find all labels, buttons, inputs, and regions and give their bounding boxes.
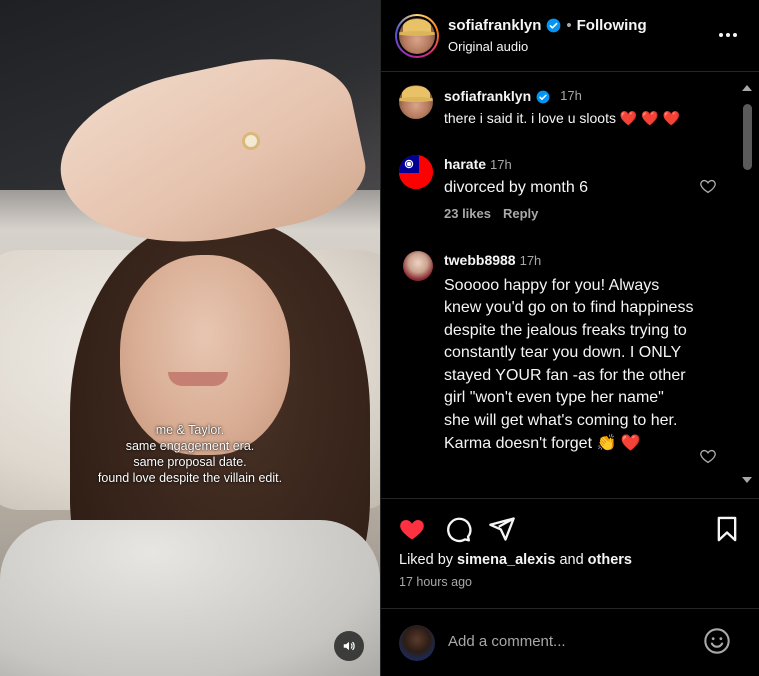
- share-paper-plane-icon[interactable]: [488, 515, 516, 543]
- emoji-icon[interactable]: [703, 627, 731, 655]
- post-time[interactable]: 17 hours ago: [399, 575, 472, 589]
- post-header: sofiafranklyn • Following Original audio: [381, 0, 759, 72]
- speaker-icon: [343, 641, 355, 651]
- liked-by-line: Liked by simena_alexis and others: [399, 552, 632, 568]
- reel-video[interactable]: me & Taylor. same engagement era. same p…: [0, 0, 380, 676]
- comment-likes[interactable]: 23 likes: [444, 206, 491, 221]
- video-shirt: [0, 520, 380, 676]
- comment-username[interactable]: sofiafranklyn: [444, 85, 531, 108]
- comment-body: twebb8988 17h Sooooo happy for you! Alway…: [444, 249, 694, 455]
- add-comment-bar: Add a comment...: [381, 608, 759, 676]
- video-caption: me & Taylor. same engagement era. same p…: [70, 422, 310, 486]
- video-mouth: [168, 372, 228, 386]
- liked-by-prefix: Liked by: [399, 552, 454, 568]
- comments-scrollbar[interactable]: [739, 80, 755, 490]
- save-bookmark-icon[interactable]: [713, 515, 741, 543]
- caption-line: same engagement era.: [125, 439, 255, 453]
- verified-badge-icon: [546, 18, 561, 33]
- comment-body: harate 17h divorced by month 6: [444, 153, 694, 199]
- caption-comment: sofiafranklyn 17h there i said it. i lov…: [381, 83, 739, 143]
- comment-meta: 23 likes Reply: [444, 206, 538, 221]
- comments-list[interactable]: sofiafranklyn 17h there i said it. i lov…: [381, 73, 739, 498]
- header-user-line: sofiafranklyn • Following: [448, 17, 647, 34]
- more-dot: [719, 33, 723, 37]
- original-audio-link[interactable]: Original audio: [448, 39, 528, 54]
- comment-item: harate 17h divorced by month 6 23 likes R…: [381, 153, 739, 233]
- header-username[interactable]: sofiafranklyn: [448, 17, 541, 34]
- mute-button[interactable]: [334, 631, 364, 661]
- avatar[interactable]: [399, 625, 435, 661]
- like-comment-heart-icon[interactable]: [699, 447, 717, 465]
- like-comment-heart-icon[interactable]: [699, 177, 717, 195]
- liked-by-user[interactable]: simena_alexis: [457, 552, 555, 568]
- avatar: [399, 18, 435, 54]
- comment-input[interactable]: Add a comment...: [448, 633, 566, 650]
- comment-time: 17h: [560, 88, 582, 103]
- avatar[interactable]: [403, 251, 433, 281]
- engagement-ring: [242, 132, 260, 150]
- comment-item: twebb8988 17h Sooooo happy for you! Alway…: [381, 249, 739, 498]
- scroll-down-arrow-icon[interactable]: [741, 476, 753, 484]
- taiwan-flag-icon: [399, 155, 433, 189]
- more-dot: [733, 33, 737, 37]
- avatar[interactable]: [399, 85, 433, 119]
- reply-button[interactable]: Reply: [503, 206, 538, 221]
- comment-body: sofiafranklyn 17h there i said it. i lov…: [444, 85, 714, 128]
- liked-heart-icon[interactable]: [398, 515, 426, 543]
- caption-line: same proposal date.: [133, 455, 247, 469]
- avatar[interactable]: [399, 155, 433, 189]
- story-ring[interactable]: [395, 14, 439, 58]
- comment-username[interactable]: harate: [444, 156, 486, 172]
- verified-badge-icon: [536, 89, 551, 104]
- more-dot: [726, 33, 730, 37]
- comment-text: divorced by month 6: [444, 178, 589, 196]
- more-options-button[interactable]: [715, 26, 741, 44]
- following-button[interactable]: Following: [577, 17, 647, 34]
- comment-username[interactable]: twebb8988: [444, 252, 516, 268]
- caption-line: me & Taylor.: [155, 423, 225, 437]
- caption-line: found love despite the villain edit.: [97, 471, 283, 485]
- liked-by-and: and: [559, 552, 584, 568]
- post-side-panel: sofiafranklyn • Following Original audio…: [380, 0, 759, 676]
- comment-time: 17h: [519, 253, 542, 268]
- comment-bubble-icon[interactable]: [444, 515, 472, 543]
- separator-dot: •: [566, 17, 572, 34]
- comment-time: 17h: [490, 157, 512, 172]
- scroll-up-arrow-icon[interactable]: [741, 84, 753, 92]
- post-actions: Liked by simena_alexis and others 17 hou…: [381, 498, 759, 608]
- comment-text: Sooooo happy for you! Always knew you'd …: [444, 276, 694, 452]
- liked-by-others[interactable]: others: [588, 552, 632, 568]
- scroll-thumb[interactable]: [743, 104, 752, 170]
- comment-text: there i said it. i love u sloots ❤️ ❤️ ❤…: [444, 109, 680, 126]
